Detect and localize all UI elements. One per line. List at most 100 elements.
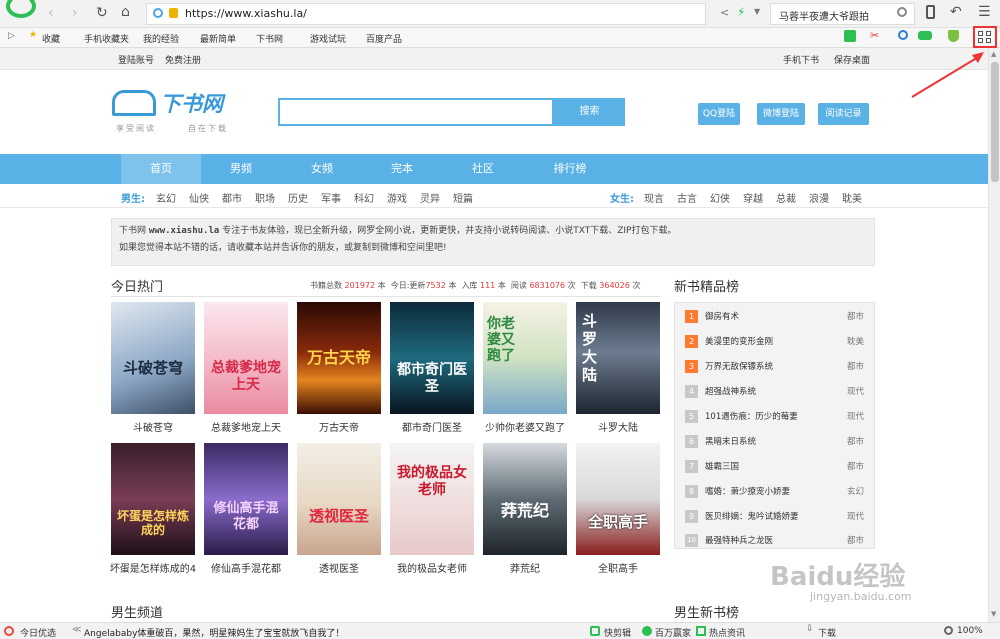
menu-icon[interactable]: ☰	[978, 4, 991, 20]
sidebar-toggle-icon[interactable]: ▷	[8, 31, 15, 41]
forward-icon[interactable]: ›	[72, 5, 78, 21]
bookmark-item[interactable]: 我的经验	[143, 32, 179, 45]
bookmark-item[interactable]: 下书网	[256, 32, 283, 45]
quick-edit-link[interactable]: 快剪辑	[604, 626, 631, 639]
book-cover[interactable]: 斗破苍穹	[111, 302, 195, 414]
ranking-item[interactable]: 4 超强战神系统 现代	[685, 384, 865, 404]
apps-grid-icon[interactable]	[973, 26, 997, 48]
book-cover[interactable]: 我的极品女老师	[390, 443, 474, 555]
mobile-link[interactable]: 手机下书	[783, 53, 819, 66]
url-text[interactable]: https://www.xiashu.la/	[185, 7, 307, 20]
category-link[interactable]: 灵异	[420, 190, 440, 205]
scissors-icon[interactable]: ✂	[870, 29, 879, 42]
category-link[interactable]: 历史	[288, 190, 308, 205]
zoom-level[interactable]: 100%	[957, 626, 983, 636]
book-cover[interactable]: 都市奇门医圣	[390, 302, 474, 414]
bookmark-item[interactable]: 最新简单	[200, 32, 236, 45]
save-desktop-link[interactable]: 保存桌面	[834, 53, 870, 66]
nav-community[interactable]: 社区	[443, 154, 523, 184]
site-search-input[interactable]	[278, 98, 554, 126]
search-text[interactable]: 马蓉半夜遭大爷跟拍	[779, 8, 869, 23]
category-link[interactable]: 科幻	[354, 190, 374, 205]
rank-book-title[interactable]: 雄霸三国	[705, 459, 739, 475]
book-title[interactable]: 透视医圣	[289, 560, 389, 575]
nav-female[interactable]: 女频	[282, 154, 362, 184]
browser-logo-icon[interactable]	[6, 0, 36, 18]
address-bar[interactable]: https://www.xiashu.la/	[146, 3, 706, 25]
bookmark-item[interactable]: 收藏	[42, 32, 60, 45]
book-title[interactable]: 都市奇门医圣	[382, 419, 482, 434]
ranking-item[interactable]: 5 101遇伤痕：历少的莓妻 现代	[685, 409, 865, 429]
category-link[interactable]: 浪漫	[809, 190, 829, 205]
book-title[interactable]: 我的极品女老师	[382, 560, 482, 575]
book-title[interactable]: 斗罗大陆	[568, 419, 668, 434]
book-title[interactable]: 斗破苍穹	[103, 419, 203, 434]
rank-book-title[interactable]: 最强特种兵之龙医	[705, 533, 773, 549]
category-link[interactable]: 职场	[255, 190, 275, 205]
search-ext-icon[interactable]	[898, 30, 908, 40]
register-link[interactable]: 免费注册	[165, 53, 201, 66]
book-title[interactable]: 修仙高手混花都	[196, 560, 296, 575]
search-box[interactable]: 马蓉半夜遭大爷跟拍	[770, 3, 915, 25]
book-title[interactable]: 坏蛋是怎样炼成的4	[103, 560, 203, 575]
category-link[interactable]: 军事	[321, 190, 341, 205]
vertical-scrollbar[interactable]: ▲ ▼	[988, 48, 1000, 622]
ranking-item[interactable]: 1 御房有术 都市	[685, 309, 865, 329]
book-cover[interactable]: 透视医圣	[297, 443, 381, 555]
share-icon[interactable]: <	[720, 6, 729, 19]
ranking-item[interactable]: 9 医贝绯嫡：鬼吟试婚娇妻 现代	[685, 509, 865, 529]
ranking-item[interactable]: 2 美漫里的变形金刚 耽美	[685, 334, 865, 354]
category-link[interactable]: 穿越	[743, 190, 763, 205]
category-link[interactable]: 幻侠	[710, 190, 730, 205]
book-cover[interactable]: 万古天帝	[297, 302, 381, 414]
category-link[interactable]: 仙侠	[189, 190, 209, 205]
nav-home[interactable]: 首页	[121, 154, 201, 184]
ranking-item[interactable]: 6 黑暗末日系统 都市	[685, 434, 865, 454]
qq-login-button[interactable]: QQ登陆	[698, 103, 740, 125]
book-title[interactable]: 全职高手	[568, 560, 668, 575]
ranking-item[interactable]: 8 嗜婚：萧少撩宠小娇妻 玄幻	[685, 484, 865, 504]
category-link[interactable]: 游戏	[387, 190, 407, 205]
scroll-down-icon[interactable]: ▼	[991, 610, 996, 618]
nav-complete[interactable]: 完本	[362, 154, 442, 184]
bookmark-item[interactable]: 百度产品	[366, 32, 402, 45]
site-search-button[interactable]: 搜索	[554, 98, 625, 126]
book-cover[interactable]: 斗罗大陆	[576, 302, 660, 414]
book-cover[interactable]: 总裁爹地宠上天	[204, 302, 288, 414]
phone-icon[interactable]	[926, 5, 935, 19]
book-cover[interactable]: 你老婆又跑了	[483, 302, 567, 414]
rank-book-title[interactable]: 御房有术	[705, 309, 739, 325]
category-link[interactable]: 现言	[644, 190, 664, 205]
bookmark-item[interactable]: 游戏试玩	[310, 32, 346, 45]
lightning-icon[interactable]: ⚡	[737, 5, 745, 19]
refresh-icon[interactable]: ↻	[96, 5, 108, 21]
category-link[interactable]: 玄幻	[156, 190, 176, 205]
today-pick-label[interactable]: 今日优选	[20, 626, 56, 639]
category-link[interactable]: 总裁	[776, 190, 796, 205]
rank-book-title[interactable]: 嗜婚：萧少撩宠小娇妻	[705, 484, 790, 500]
scroll-thumb[interactable]	[991, 62, 999, 182]
million-link[interactable]: 百万赢家	[655, 626, 691, 639]
category-link[interactable]: 古言	[677, 190, 697, 205]
book-cover[interactable]: 修仙高手混花都	[204, 443, 288, 555]
book-cover[interactable]: 坏蛋是怎样炼成的	[111, 443, 195, 555]
rank-book-title[interactable]: 美漫里的变形金刚	[705, 334, 773, 350]
hot-news-link[interactable]: 热点资讯	[709, 626, 745, 639]
reading-history-button[interactable]: 阅读记录	[818, 103, 869, 125]
rank-book-title[interactable]: 超强战神系统	[705, 384, 756, 400]
book-title[interactable]: 总裁爹地宠上天	[196, 419, 296, 434]
nav-male[interactable]: 男频	[201, 154, 281, 184]
home-icon[interactable]: ⌂	[121, 4, 130, 20]
category-link[interactable]: 短篇	[453, 190, 473, 205]
dropdown-icon[interactable]: ▼	[754, 7, 760, 16]
news-ticker[interactable]: Angelababy体重破百，果然，明星辣妈生了宝宝就放飞自我了！	[84, 626, 344, 639]
scroll-up-icon[interactable]: ▲	[991, 50, 996, 58]
category-link[interactable]: 耽美	[842, 190, 862, 205]
bookmark-item[interactable]: 手机收藏夹	[84, 32, 129, 45]
nav-ranking[interactable]: 排行榜	[530, 154, 610, 184]
back-icon[interactable]: ‹	[48, 5, 54, 21]
book-cover[interactable]: 莽荒纪	[483, 443, 567, 555]
download-link[interactable]: 下载	[818, 626, 836, 639]
rank-book-title[interactable]: 101遇伤痕：历少的莓妻	[705, 409, 798, 425]
search-icon[interactable]	[897, 7, 907, 17]
